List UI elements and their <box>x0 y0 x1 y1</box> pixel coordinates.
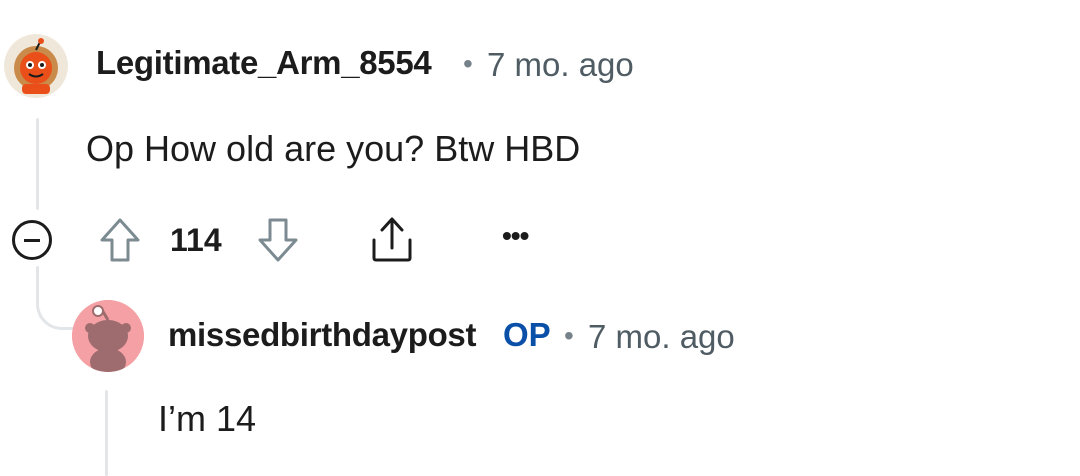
vote-score: 114 <box>170 222 222 258</box>
thread-connector <box>36 290 78 330</box>
snoo-avatar-icon <box>4 34 68 98</box>
more-options-button[interactable]: ••• <box>502 220 529 252</box>
op-badge: OP <box>503 316 551 353</box>
comment-timestamp: 7 mo. ago <box>487 46 634 83</box>
avatar[interactable] <box>72 300 144 372</box>
snoo-avatar-icon <box>72 300 144 372</box>
collapse-thread-button[interactable] <box>12 220 52 260</box>
downvote-button[interactable] <box>256 216 300 269</box>
avatar[interactable] <box>4 34 68 98</box>
share-icon <box>372 217 412 262</box>
reply-timestamp: 7 mo. ago <box>588 318 735 355</box>
thread-line <box>36 118 39 210</box>
reply-body: I’m 14 <box>158 398 257 439</box>
reply-author[interactable]: missedbirthdaypost <box>168 316 476 354</box>
minus-icon <box>24 238 40 242</box>
separator-dot: • <box>463 48 473 79</box>
comment-body: Op How old are you? Btw HBD <box>86 128 581 169</box>
thread-line <box>105 390 108 476</box>
separator-dot: • <box>564 320 574 351</box>
upvote-button[interactable] <box>98 216 142 269</box>
share-button[interactable] <box>368 214 416 269</box>
comment-author[interactable]: Legitimate_Arm_8554 <box>96 44 432 82</box>
downvote-arrow-icon <box>258 218 298 262</box>
upvote-arrow-icon <box>100 218 140 262</box>
